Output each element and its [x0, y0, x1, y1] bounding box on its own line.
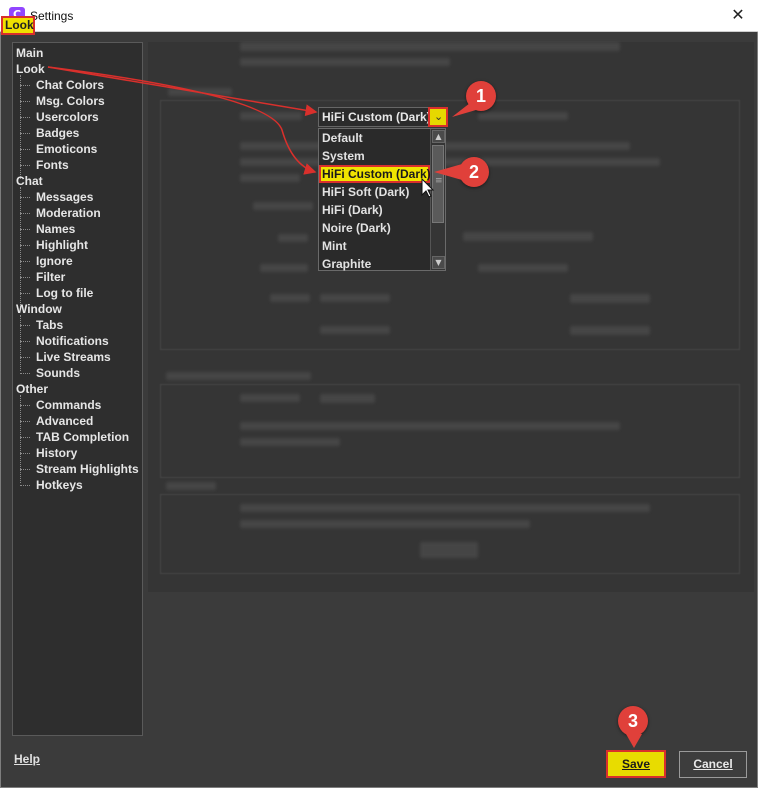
- tree-item-fonts[interactable]: Fonts: [20, 157, 69, 173]
- blurred-text: [570, 326, 650, 335]
- scroll-down-icon[interactable]: ▼: [432, 256, 445, 269]
- blurred-text: [240, 42, 620, 51]
- tree-connector: [20, 187, 21, 307]
- blurred-text: [240, 112, 302, 120]
- tree-item-chat-colors[interactable]: Chat Colors: [19, 77, 104, 93]
- blurred-text: [320, 394, 375, 403]
- blurred-text: [240, 422, 620, 430]
- tree-connector: [20, 75, 21, 179]
- tree-item-live-streams[interactable]: Live Streams: [20, 349, 111, 365]
- tree-item-usercolors[interactable]: Usercolors: [20, 109, 99, 125]
- scrollbar-thumb[interactable]: ≡: [432, 145, 444, 223]
- tree-item-moderation[interactable]: Moderation: [20, 205, 101, 221]
- theme-dropdown-list: ▲ ≡ ▼ Default System HiFi Custom (Dark) HiF…: [318, 128, 446, 271]
- tree-item-messages[interactable]: Messages: [19, 189, 93, 205]
- help-link[interactable]: Help: [14, 752, 40, 766]
- blurred-text: [570, 294, 650, 303]
- title-bar: C Settings ✕: [0, 0, 758, 32]
- tree-item-emoticons[interactable]: Emoticons: [19, 141, 97, 157]
- tree-item-history[interactable]: History: [19, 445, 77, 461]
- theme-dropdown-arrow-button[interactable]: ⌄: [428, 107, 448, 127]
- tree-category-look[interactable]: Look: [16, 61, 45, 77]
- chevron-down-icon: ⌄: [434, 110, 444, 123]
- blurred-text: [240, 394, 300, 402]
- settings-navigation-tree: Main Look Chat Colors Msg. Colors Usercolors…: [12, 42, 143, 736]
- window-title: Settings: [30, 9, 74, 23]
- theme-option[interactable]: Graphite: [319, 255, 430, 273]
- blurred-button: [420, 542, 478, 558]
- blurred-text: [240, 158, 660, 166]
- tree-item-highlight[interactable]: Highlight: [20, 237, 88, 253]
- close-icon[interactable]: ✕: [718, 0, 758, 32]
- theme-option[interactable]: Mint: [319, 237, 430, 255]
- step-badge-3: 3: [618, 706, 648, 736]
- grip-icon: ≡: [435, 176, 443, 186]
- blurred-text: [166, 482, 216, 490]
- tree-item-hotkeys[interactable]: Hotkeys: [20, 477, 83, 493]
- look-settings-page: [148, 42, 754, 592]
- tree-item-commands[interactable]: Commands: [19, 397, 101, 413]
- tree-item-msg-colors[interactable]: Msg. Colors: [20, 93, 105, 109]
- blurred-text: [168, 88, 232, 96]
- blurred-text: [478, 264, 568, 272]
- tree-connector: [20, 315, 21, 371]
- tree-item-tab-completion[interactable]: TAB Completion: [19, 429, 129, 445]
- blurred-text: [260, 264, 308, 272]
- tree-item-filter[interactable]: Filter: [19, 269, 65, 285]
- tree-category-chat[interactable]: Chat: [16, 173, 43, 189]
- look-category-highlight[interactable]: Look: [1, 16, 35, 35]
- step-badge-2: 2: [459, 157, 489, 187]
- blurred-text: [240, 520, 530, 528]
- blurred-text: [240, 504, 650, 512]
- tree-item-names[interactable]: Names: [19, 221, 75, 237]
- save-button[interactable]: Save: [606, 750, 666, 778]
- tree-item-advanced[interactable]: Advanced: [19, 413, 93, 429]
- blurred-text: [278, 234, 308, 242]
- tree-item-sounds[interactable]: Sounds: [20, 365, 80, 381]
- interface-group: [160, 100, 740, 350]
- tree-item-notifications[interactable]: Notifications: [20, 333, 109, 349]
- blurred-text: [320, 326, 390, 334]
- tree-item-ignore[interactable]: Ignore: [20, 253, 73, 269]
- blurred-text: [240, 58, 450, 66]
- blurred-text: [478, 112, 568, 120]
- theme-option[interactable]: HiFi Soft (Dark): [319, 183, 430, 201]
- theme-option[interactable]: Noire (Dark): [319, 219, 430, 237]
- blurred-text: [320, 294, 390, 302]
- tree-category-window[interactable]: Window: [16, 301, 62, 317]
- scroll-up-icon[interactable]: ▲: [432, 130, 445, 143]
- blurred-text: [240, 438, 340, 446]
- blurred-text: [270, 294, 310, 302]
- tree-category-main[interactable]: Main: [16, 45, 43, 61]
- blurred-text: [463, 232, 593, 241]
- theme-option[interactable]: System: [319, 147, 430, 165]
- tree-item-tabs[interactable]: Tabs: [19, 317, 63, 333]
- theme-combobox-value: HiFi Custom (Dark): [322, 110, 431, 124]
- theme-option[interactable]: Default: [319, 129, 430, 147]
- tree-item-log-to-file[interactable]: Log to file: [19, 285, 93, 301]
- tree-item-badges[interactable]: Badges: [19, 125, 79, 141]
- blurred-text: [253, 202, 313, 210]
- tree-item-stream-highlights[interactable]: Stream Highlights: [20, 461, 139, 477]
- tree-category-other[interactable]: Other: [16, 381, 48, 397]
- step-badge-1: 1: [466, 81, 496, 111]
- dropdown-scrollbar[interactable]: ▲ ≡ ▼: [430, 129, 445, 270]
- cancel-button[interactable]: Cancel: [679, 751, 747, 778]
- blurred-text: [240, 174, 300, 182]
- theme-option[interactable]: HiFi (Dark): [319, 201, 430, 219]
- blurred-text: [166, 372, 311, 380]
- theme-option[interactable]: HiFi Custom (Dark): [319, 165, 431, 183]
